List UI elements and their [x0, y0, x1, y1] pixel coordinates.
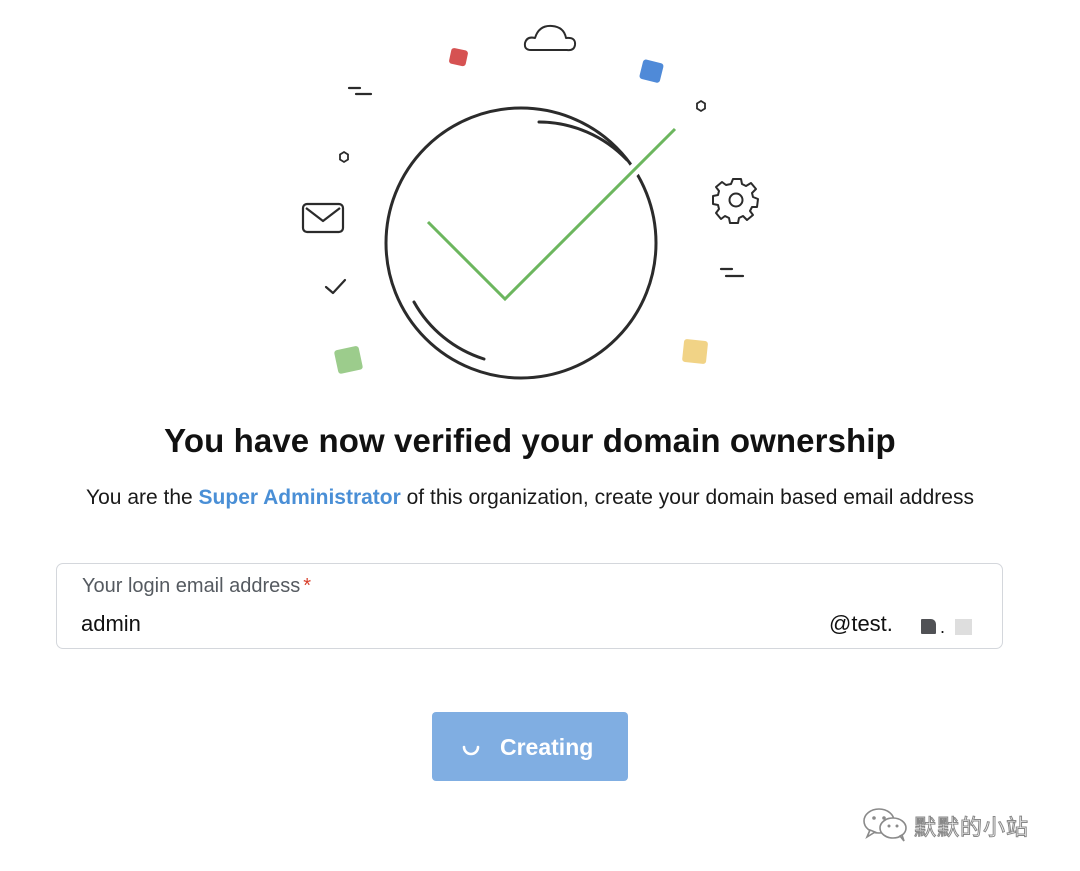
inner-arc-top	[537, 120, 629, 162]
green-square-icon	[334, 346, 363, 374]
login-email-field[interactable]: Your login email address* @test. .	[56, 563, 1003, 649]
mail-icon	[301, 202, 345, 234]
required-mark: *	[303, 575, 312, 597]
dash-mark-right	[719, 267, 745, 278]
subtitle-suffix: of this organization, create your domain…	[400, 486, 974, 509]
create-button-label: Creating	[500, 734, 594, 760]
hexagon-icon-left	[339, 150, 349, 164]
page-title: You have now verified your domain owners…	[164, 422, 896, 459]
gear-icon	[712, 178, 759, 224]
redacted-block-light	[955, 619, 972, 635]
login-email-label: Your login email address *	[82, 575, 311, 598]
redacted-dot: .	[940, 617, 946, 637]
login-email-input[interactable]	[81, 609, 681, 639]
create-button[interactable]: Creating	[432, 712, 628, 781]
domain-suffix: @test.	[829, 611, 893, 636]
wechat-icon	[863, 808, 907, 842]
subtitle-prefix: You are the	[86, 486, 199, 509]
red-square-icon	[449, 48, 468, 67]
redacted-block-dark	[921, 619, 936, 634]
cloud-icon	[523, 24, 577, 52]
domain-verified-page: You have now verified your domain owners…	[0, 0, 1080, 871]
login-email-label-text: Your login email address	[82, 575, 301, 597]
inner-arc-bottom	[412, 300, 486, 361]
verified-illustration	[301, 24, 759, 380]
green-check-icon	[426, 127, 677, 302]
spinner-icon	[462, 745, 480, 756]
blue-square-icon	[639, 59, 664, 83]
watermark-text: 默默的小站	[913, 816, 1030, 842]
watermark: 默默的小站	[862, 804, 1062, 844]
role-highlight: Super Administrator	[198, 486, 401, 509]
page-subtitle: You are the Super Administrator of this …	[0, 486, 1060, 510]
small-check-icon	[324, 278, 347, 295]
dash-mark-left	[347, 86, 373, 96]
hexagon-icon-right	[696, 99, 706, 113]
yellow-square-icon	[682, 339, 708, 364]
